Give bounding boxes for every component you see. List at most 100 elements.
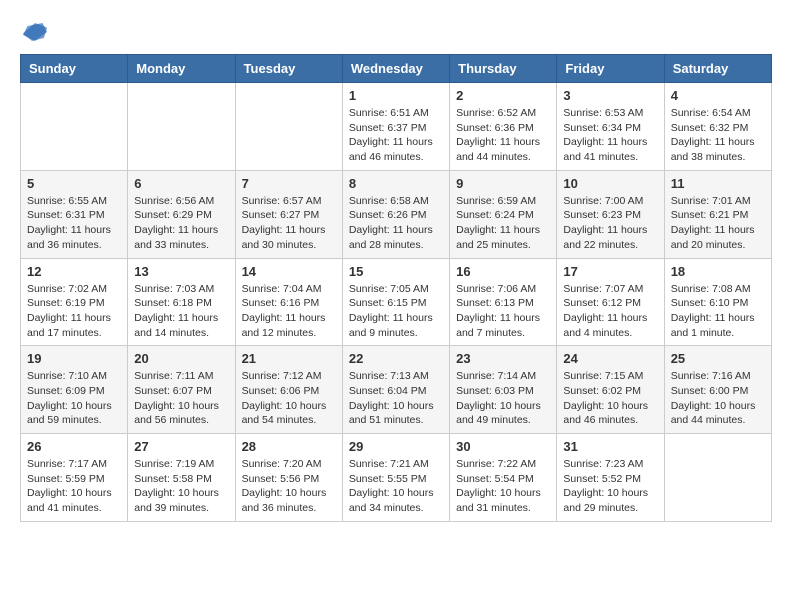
day-of-week-header: Tuesday [235, 55, 342, 83]
day-info: Sunrise: 7:14 AM Sunset: 6:03 PM Dayligh… [456, 369, 550, 428]
calendar-day-cell: 10 Sunrise: 7:00 AM Sunset: 6:23 PM Dayli… [557, 170, 664, 258]
day-number: 24 [563, 351, 657, 366]
calendar-day-cell: 17 Sunrise: 7:07 AM Sunset: 6:12 PM Dayli… [557, 258, 664, 346]
calendar-table: SundayMondayTuesdayWednesdayThursdayFrid… [20, 54, 772, 522]
day-info: Sunrise: 7:20 AM Sunset: 5:56 PM Dayligh… [242, 457, 336, 516]
logo [20, 20, 54, 44]
calendar-day-cell: 11 Sunrise: 7:01 AM Sunset: 6:21 PM Dayli… [664, 170, 771, 258]
day-info: Sunrise: 6:52 AM Sunset: 6:36 PM Dayligh… [456, 106, 550, 165]
logo-icon [20, 20, 50, 44]
day-info: Sunrise: 6:53 AM Sunset: 6:34 PM Dayligh… [563, 106, 657, 165]
day-number: 21 [242, 351, 336, 366]
calendar-day-cell: 4 Sunrise: 6:54 AM Sunset: 6:32 PM Daylig… [664, 83, 771, 171]
day-number: 30 [456, 439, 550, 454]
day-number: 19 [27, 351, 121, 366]
calendar-day-cell: 22 Sunrise: 7:13 AM Sunset: 6:04 PM Dayli… [342, 346, 449, 434]
day-info: Sunrise: 6:57 AM Sunset: 6:27 PM Dayligh… [242, 194, 336, 253]
day-number: 14 [242, 264, 336, 279]
calendar-day-cell: 26 Sunrise: 7:17 AM Sunset: 5:59 PM Dayli… [21, 434, 128, 522]
calendar-day-cell: 27Sunrise: 7:19 AM Sunset: 5:58 PM Dayli… [128, 434, 235, 522]
calendar-day-cell: 6Sunrise: 6:56 AM Sunset: 6:29 PM Daylig… [128, 170, 235, 258]
day-info: Sunrise: 7:01 AM Sunset: 6:21 PM Dayligh… [671, 194, 765, 253]
calendar-day-cell: 19 Sunrise: 7:10 AM Sunset: 6:09 PM Dayli… [21, 346, 128, 434]
day-info: Sunrise: 7:22 AM Sunset: 5:54 PM Dayligh… [456, 457, 550, 516]
calendar-week-row: 1 Sunrise: 6:51 AM Sunset: 6:37 PM Daylig… [21, 83, 772, 171]
day-info: Sunrise: 6:54 AM Sunset: 6:32 PM Dayligh… [671, 106, 765, 165]
calendar-day-cell: 21 Sunrise: 7:12 AM Sunset: 6:06 PM Dayli… [235, 346, 342, 434]
day-number: 7 [242, 176, 336, 191]
calendar-day-cell: 23Sunrise: 7:14 AM Sunset: 6:03 PM Dayli… [450, 346, 557, 434]
calendar-day-cell: 9 Sunrise: 6:59 AM Sunset: 6:24 PM Daylig… [450, 170, 557, 258]
day-number: 29 [349, 439, 443, 454]
calendar-header-row: SundayMondayTuesdayWednesdayThursdayFrid… [21, 55, 772, 83]
calendar-day-cell: 13Sunrise: 7:03 AM Sunset: 6:18 PM Dayli… [128, 258, 235, 346]
day-number: 27 [134, 439, 228, 454]
calendar-day-cell: 1 Sunrise: 6:51 AM Sunset: 6:37 PM Daylig… [342, 83, 449, 171]
calendar-day-cell: 31Sunrise: 7:23 AM Sunset: 5:52 PM Dayli… [557, 434, 664, 522]
day-info: Sunrise: 7:11 AM Sunset: 6:07 PM Dayligh… [134, 369, 228, 428]
day-info: Sunrise: 7:04 AM Sunset: 6:16 PM Dayligh… [242, 282, 336, 341]
calendar-day-cell: 30 Sunrise: 7:22 AM Sunset: 5:54 PM Dayli… [450, 434, 557, 522]
day-number: 10 [563, 176, 657, 191]
day-info: Sunrise: 7:13 AM Sunset: 6:04 PM Dayligh… [349, 369, 443, 428]
day-info: Sunrise: 6:59 AM Sunset: 6:24 PM Dayligh… [456, 194, 550, 253]
day-info: Sunrise: 7:12 AM Sunset: 6:06 PM Dayligh… [242, 369, 336, 428]
calendar-day-cell: 7 Sunrise: 6:57 AM Sunset: 6:27 PM Daylig… [235, 170, 342, 258]
day-info: Sunrise: 7:10 AM Sunset: 6:09 PM Dayligh… [27, 369, 121, 428]
day-of-week-header: Saturday [664, 55, 771, 83]
day-number: 13 [134, 264, 228, 279]
day-number: 17 [563, 264, 657, 279]
day-info: Sunrise: 7:02 AM Sunset: 6:19 PM Dayligh… [27, 282, 121, 341]
day-number: 28 [242, 439, 336, 454]
day-number: 11 [671, 176, 765, 191]
day-number: 3 [563, 88, 657, 103]
calendar-week-row: 26 Sunrise: 7:17 AM Sunset: 5:59 PM Dayli… [21, 434, 772, 522]
day-number: 9 [456, 176, 550, 191]
calendar-day-cell: 28 Sunrise: 7:20 AM Sunset: 5:56 PM Dayli… [235, 434, 342, 522]
day-info: Sunrise: 7:05 AM Sunset: 6:15 PM Dayligh… [349, 282, 443, 341]
day-number: 22 [349, 351, 443, 366]
calendar-day-cell: 3 Sunrise: 6:53 AM Sunset: 6:34 PM Daylig… [557, 83, 664, 171]
day-number: 18 [671, 264, 765, 279]
day-info: Sunrise: 7:00 AM Sunset: 6:23 PM Dayligh… [563, 194, 657, 253]
calendar-day-cell: 12Sunrise: 7:02 AM Sunset: 6:19 PM Dayli… [21, 258, 128, 346]
day-info: Sunrise: 7:07 AM Sunset: 6:12 PM Dayligh… [563, 282, 657, 341]
day-info: Sunrise: 6:51 AM Sunset: 6:37 PM Dayligh… [349, 106, 443, 165]
page-header [20, 20, 772, 44]
calendar-day-cell: 15Sunrise: 7:05 AM Sunset: 6:15 PM Dayli… [342, 258, 449, 346]
calendar-day-cell [128, 83, 235, 171]
calendar-day-cell: 29 Sunrise: 7:21 AM Sunset: 5:55 PM Dayli… [342, 434, 449, 522]
calendar-day-cell: 8 Sunrise: 6:58 AM Sunset: 6:26 PM Daylig… [342, 170, 449, 258]
day-info: Sunrise: 7:21 AM Sunset: 5:55 PM Dayligh… [349, 457, 443, 516]
calendar-day-cell [664, 434, 771, 522]
day-info: Sunrise: 7:17 AM Sunset: 5:59 PM Dayligh… [27, 457, 121, 516]
calendar-day-cell: 2 Sunrise: 6:52 AM Sunset: 6:36 PM Daylig… [450, 83, 557, 171]
day-info: Sunrise: 7:06 AM Sunset: 6:13 PM Dayligh… [456, 282, 550, 341]
calendar-day-cell [235, 83, 342, 171]
day-info: Sunrise: 7:16 AM Sunset: 6:00 PM Dayligh… [671, 369, 765, 428]
day-number: 25 [671, 351, 765, 366]
day-info: Sunrise: 6:56 AM Sunset: 6:29 PM Dayligh… [134, 194, 228, 253]
day-number: 1 [349, 88, 443, 103]
calendar-day-cell: 24Sunrise: 7:15 AM Sunset: 6:02 PM Dayli… [557, 346, 664, 434]
calendar-day-cell: 5Sunrise: 6:55 AM Sunset: 6:31 PM Daylig… [21, 170, 128, 258]
day-number: 2 [456, 88, 550, 103]
day-of-week-header: Sunday [21, 55, 128, 83]
day-number: 26 [27, 439, 121, 454]
day-number: 4 [671, 88, 765, 103]
calendar-day-cell: 18 Sunrise: 7:08 AM Sunset: 6:10 PM Dayli… [664, 258, 771, 346]
day-number: 8 [349, 176, 443, 191]
day-number: 20 [134, 351, 228, 366]
calendar-day-cell: 25 Sunrise: 7:16 AM Sunset: 6:00 PM Dayli… [664, 346, 771, 434]
calendar-week-row: 19 Sunrise: 7:10 AM Sunset: 6:09 PM Dayli… [21, 346, 772, 434]
calendar-day-cell: 14 Sunrise: 7:04 AM Sunset: 6:16 PM Dayli… [235, 258, 342, 346]
day-of-week-header: Friday [557, 55, 664, 83]
calendar-day-cell: 16Sunrise: 7:06 AM Sunset: 6:13 PM Dayli… [450, 258, 557, 346]
day-info: Sunrise: 7:08 AM Sunset: 6:10 PM Dayligh… [671, 282, 765, 341]
calendar-week-row: 5Sunrise: 6:55 AM Sunset: 6:31 PM Daylig… [21, 170, 772, 258]
day-info: Sunrise: 6:58 AM Sunset: 6:26 PM Dayligh… [349, 194, 443, 253]
day-of-week-header: Wednesday [342, 55, 449, 83]
day-info: Sunrise: 6:55 AM Sunset: 6:31 PM Dayligh… [27, 194, 121, 253]
day-number: 31 [563, 439, 657, 454]
day-of-week-header: Monday [128, 55, 235, 83]
